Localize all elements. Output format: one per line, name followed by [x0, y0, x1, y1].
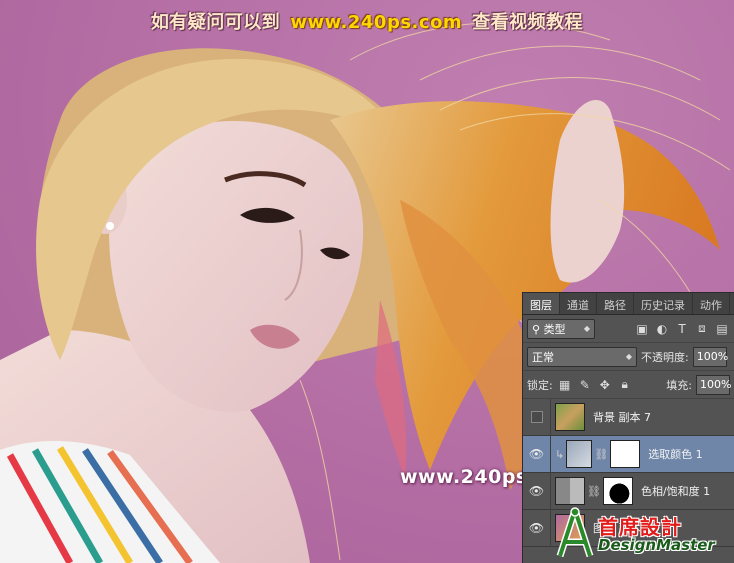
link-icon[interactable]: ⛓︎ — [594, 448, 608, 461]
layer-row[interactable]: 👁︎ ⛓︎ 色相/饱和度 1 — [523, 472, 734, 510]
text-icon[interactable]: T — [674, 321, 690, 337]
lock-label: 锁定: — [527, 378, 553, 392]
lock-transparent-icon[interactable]: ▦ — [557, 377, 573, 393]
visibility-toggle[interactable]: 👁︎ — [523, 509, 551, 547]
layer-mask-thumbnail — [602, 477, 633, 505]
eye-icon: 👁︎ — [528, 484, 545, 498]
circle-half-icon[interactable]: ◐ — [654, 321, 670, 337]
tutorial-banner: 如有疑问可以到 www.240ps.com 查看视频教程 — [0, 8, 734, 34]
blend-mode-select[interactable]: 正常 ◆ — [527, 346, 637, 367]
lock-icon[interactable]: 🔒︎ — [617, 377, 633, 393]
eye-icon: 👁︎ — [528, 521, 545, 535]
fill-input[interactable]: 100% — [696, 374, 731, 395]
brush-icon[interactable]: ✎ — [577, 377, 593, 393]
visibility-toggle[interactable] — [523, 398, 551, 436]
opacity-input[interactable]: 100% — [692, 346, 728, 367]
search-icon: ⚲ — [532, 322, 541, 336]
banner-right-text: 查看视频教程 — [472, 12, 584, 33]
smart-object-icon[interactable]: ▤ — [714, 321, 730, 337]
visibility-toggle[interactable]: 👁︎ — [523, 472, 551, 510]
tab-channels[interactable]: 通道 — [560, 293, 597, 314]
tab-actions[interactable]: 动作 — [693, 293, 730, 314]
tab-layers[interactable]: 图层 — [523, 293, 560, 314]
filter-select-value: 类型 — [543, 322, 566, 336]
fill-label: 填充: — [666, 378, 692, 392]
banner-url: www.240ps.com — [290, 12, 463, 33]
selective-color-icon — [566, 440, 593, 468]
transform-icon[interactable]: ⧈ — [694, 321, 710, 337]
layer-filter-row: ⚲ 类型 ◆ ▣ ◐ T ⧈ ▤ — [523, 315, 734, 343]
clip-arrow-icon: ↳ — [555, 447, 565, 461]
chevron-down-icon: ◆ — [625, 352, 632, 361]
blend-mode-value: 正常 — [532, 350, 554, 364]
link-icon[interactable]: ⛓︎ — [587, 485, 601, 498]
layer-thumbnail — [555, 403, 585, 431]
layer-name: 选取颜色 1 — [648, 448, 703, 461]
designmaster-logo: 首席設計 DesignMaster — [552, 506, 730, 560]
lock-row: 锁定: ▦ ✎ ✥ 🔒︎ 填充: 100% — [523, 371, 734, 399]
layer-row[interactable]: 👁︎ ↳ ⛓︎ 选取颜色 1 — [523, 435, 734, 473]
layer-filter-select[interactable]: ⚲ 类型 ◆ — [527, 318, 595, 339]
chevron-down-icon: ◆ — [583, 324, 590, 333]
banner-left-text: 如有疑问可以到 — [150, 12, 281, 33]
visibility-toggle[interactable]: 👁︎ — [523, 435, 551, 473]
compass-icon — [556, 507, 594, 558]
layer-mask-thumbnail — [610, 440, 641, 468]
blend-mode-row: 正常 ◆ 不透明度: 100% — [523, 343, 734, 371]
panel-tabs: 图层 通道 路径 历史记录 动作 — [523, 293, 734, 315]
logo-english-text: DesignMaster — [598, 536, 715, 554]
layer-name: 色相/饱和度 1 — [640, 485, 711, 498]
hidden-eye-icon — [530, 411, 543, 423]
layer-row[interactable]: 背景 副本 7 — [523, 398, 734, 436]
layer-name: 背景 副本 7 — [593, 411, 651, 424]
move-icon[interactable]: ✥ — [597, 377, 613, 393]
tab-paths[interactable]: 路径 — [597, 293, 634, 314]
opacity-label: 不透明度: — [641, 350, 689, 364]
image-icon[interactable]: ▣ — [634, 321, 650, 337]
tab-history[interactable]: 历史记录 — [634, 293, 693, 314]
hue-saturation-icon — [555, 477, 585, 505]
eye-icon: 👁︎ — [528, 447, 545, 461]
